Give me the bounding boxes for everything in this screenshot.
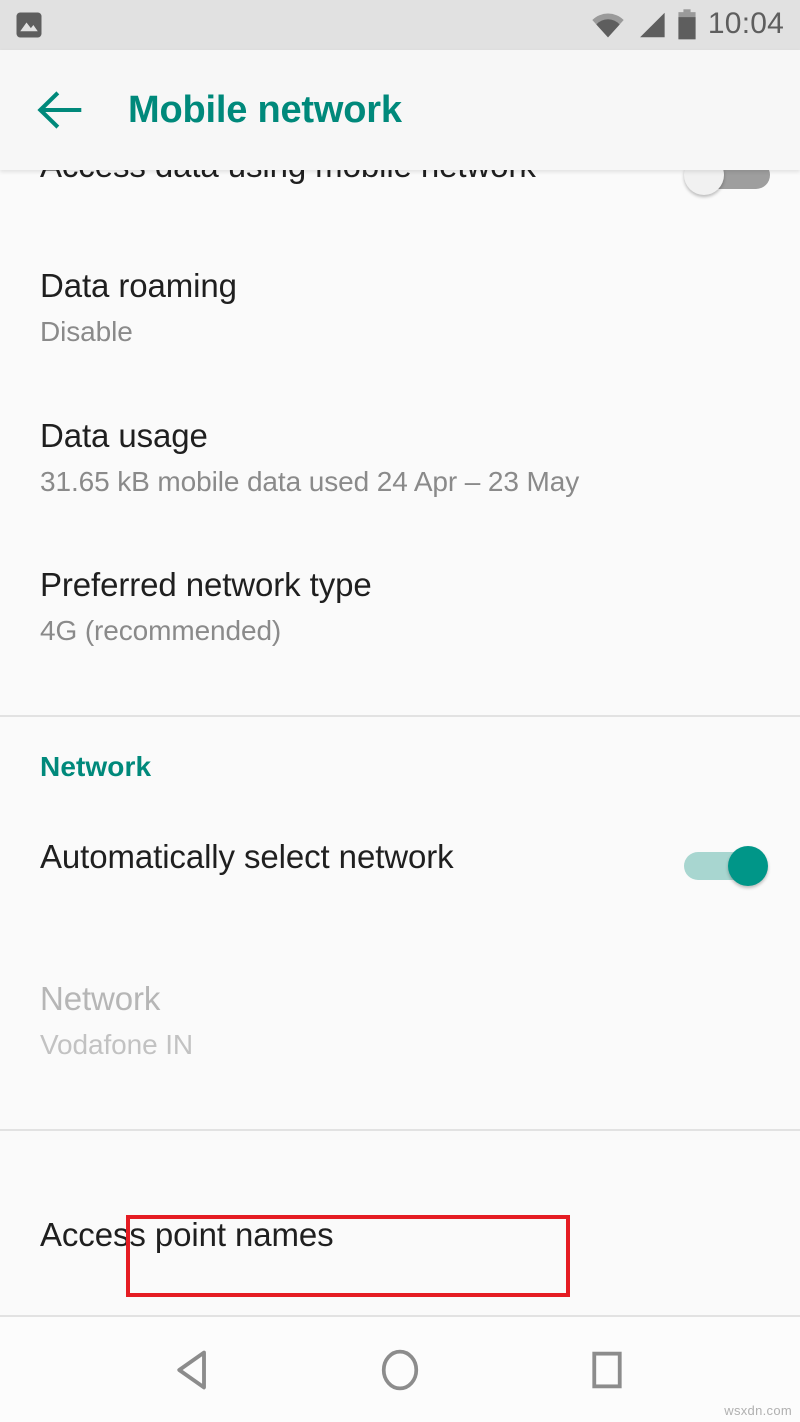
app-toolbar: Mobile network: [0, 50, 800, 170]
image-icon: [14, 10, 44, 40]
toggle-thumb: [684, 170, 724, 195]
preference-access-point-names[interactable]: Access point names: [0, 1175, 800, 1296]
section-header-network: Network: [40, 751, 152, 783]
preference-title: Network: [40, 980, 161, 1018]
row-spacer: [0, 372, 800, 394]
nav-back-triangle-icon[interactable]: [148, 1325, 238, 1415]
preference-texts: Data usage 31.65 kB mobile data used 24 …: [40, 416, 770, 500]
toggle-access-data-using-mobile-network[interactable]: [684, 170, 770, 200]
status-bar-system-icons: 10:04: [591, 9, 784, 41]
nav-recents-square-icon[interactable]: [562, 1325, 652, 1415]
wifi-icon: [591, 11, 625, 39]
preference-title: Preferred network type: [40, 566, 372, 604]
phone-screen: 10:04 Mobile network Access data using m…: [0, 0, 800, 1422]
watermark: wsxdn.com: [724, 1403, 792, 1418]
status-bar: 10:04: [0, 0, 800, 50]
settings-scroll-area[interactable]: Access data using mobile network Data ro…: [0, 170, 800, 1315]
page-title: Mobile network: [128, 88, 402, 131]
row-spacer: [0, 521, 800, 543]
row-spacer: [0, 793, 800, 815]
battery-icon: [677, 9, 697, 41]
preference-data-roaming[interactable]: Data roaming Disable: [0, 244, 800, 372]
preference-summary: 4G (recommended): [40, 615, 282, 647]
preference-automatically-select-network[interactable]: Automatically select network: [0, 815, 800, 913]
preference-title: Data usage: [40, 416, 208, 454]
preference-summary: Disable: [40, 315, 133, 347]
toggle-thumb: [728, 846, 768, 887]
preference-network-operator: Network Vodafone IN: [0, 957, 800, 1085]
row-spacer: [0, 913, 800, 957]
preference-summary: 31.65 kB mobile data used 24 Apr – 23 Ma…: [40, 465, 580, 497]
status-bar-notifications: [14, 10, 44, 40]
row-spacer: [0, 222, 800, 244]
toggle-automatically-select-network[interactable]: [684, 841, 770, 891]
status-bar-clock: 10:04: [707, 7, 784, 40]
preference-title: Automatically select network: [40, 838, 454, 876]
preference-texts: Access point names: [40, 1215, 770, 1256]
preference-texts: Preferred network type 4G (recommended): [40, 565, 770, 649]
preference-texts: Data roaming Disable: [40, 266, 770, 350]
nav-home-circle-icon[interactable]: [355, 1325, 445, 1415]
preference-texts: Access data using mobile network: [40, 170, 668, 187]
preference-title: Access data using mobile network: [40, 170, 668, 187]
preference-summary: Vodafone IN: [40, 1029, 194, 1061]
preference-access-data-using-mobile-network[interactable]: Access data using mobile network: [0, 170, 800, 222]
preference-texts: Automatically select network: [40, 837, 668, 878]
preference-preferred-network-type[interactable]: Preferred network type 4G (recommended): [0, 543, 800, 671]
preference-data-usage[interactable]: Data usage 31.65 kB mobile data used 24 …: [0, 394, 800, 522]
cellular-signal-icon: [636, 11, 666, 39]
system-navigation-bar: [0, 1315, 800, 1422]
preference-texts: Network Vodafone IN: [40, 979, 770, 1063]
preference-title: Data roaming: [40, 267, 237, 304]
preference-title: Access point names: [40, 1215, 334, 1253]
back-arrow-icon[interactable]: [30, 79, 92, 141]
